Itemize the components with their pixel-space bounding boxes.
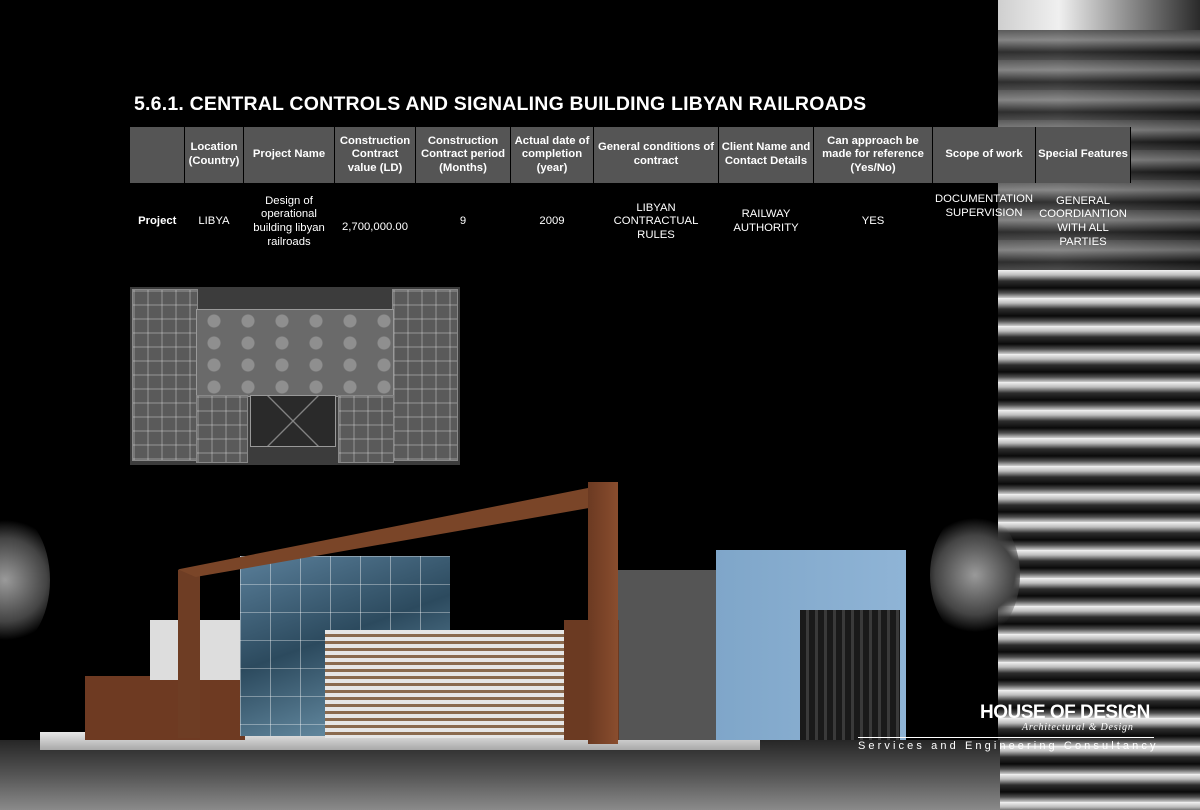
floor-plan-control-hall	[196, 309, 394, 397]
cell-scope: DOCUMENTATION SUPERVISION	[934, 193, 1034, 219]
render-left-column	[178, 570, 200, 738]
render-dark-volume	[618, 570, 718, 740]
table-header-scope: Scope of work	[932, 127, 1036, 183]
table-header-completion-date: Actual date of completion (year)	[510, 127, 594, 183]
floor-plan-lower-left	[196, 395, 248, 463]
floor-plan-core	[250, 395, 336, 447]
row-label: Project	[138, 215, 177, 228]
render-ground	[0, 740, 1000, 810]
table-header-row: Location (Country) Project Name Construc…	[130, 127, 1131, 183]
render-louver-wall	[325, 630, 570, 738]
cell-completion-year: 2009	[539, 215, 565, 228]
building-render-image	[0, 470, 1020, 810]
table-header-contract-period: Construction Contract period (Months)	[415, 127, 511, 183]
table-header-project-name: Project Name	[243, 127, 335, 183]
table-header-blank	[130, 127, 185, 183]
render-tree-right	[930, 510, 1020, 640]
floor-plan-left-wing	[132, 289, 198, 461]
cell-reference: YES	[861, 215, 885, 228]
table-header-general-conditions: General conditions of contract	[593, 127, 719, 183]
logo-divider	[858, 737, 1154, 738]
cell-location: LIBYA	[198, 215, 230, 228]
cell-contract-value: 2,700,000.00	[342, 221, 408, 234]
table-row: Project LIBYA Design of operational buil…	[130, 183, 1131, 261]
floor-plan-right-wing	[392, 289, 458, 461]
cell-general-conditions: LIBYAN CONTRACTUAL RULES	[613, 201, 699, 241]
floor-plan-lower-right	[338, 395, 394, 463]
company-logo: HOUSE OF DESIGN Architectural & Design S…	[858, 702, 1158, 762]
project-info-table: Location (Country) Project Name Construc…	[130, 127, 1131, 261]
table-header-client: Client Name and Contact Details	[718, 127, 814, 183]
cell-client: RAILWAY AUTHORITY	[733, 208, 799, 234]
render-right-column	[588, 482, 618, 744]
render-tree-left	[0, 510, 50, 650]
cell-special-features: GENERAL COORDIANTION WITH ALL PARTIES	[1039, 194, 1127, 248]
logo-name: HOUSE OF DESIGN	[980, 702, 1150, 723]
side-decorative-panel	[998, 0, 1200, 810]
logo-subtitle: Architectural & Design	[1022, 722, 1134, 733]
page-title: 5.6.1. CENTRAL CONTROLS AND SIGNALING BU…	[134, 93, 867, 115]
table-header-special-features: Special Features	[1035, 127, 1131, 183]
logo-tagline: Services and Engineering Consultancy	[858, 740, 1159, 752]
table-header-contract-value: Construction Contract value (LD)	[334, 127, 416, 183]
floor-plan-image	[130, 287, 460, 465]
cell-contract-period: 9	[459, 215, 467, 228]
table-header-location: Location (Country)	[184, 127, 244, 183]
render-low-wall	[85, 676, 245, 740]
cell-project-name: Design of operational building libyan ra…	[253, 194, 325, 248]
table-header-reference: Can approach be made for reference (Yes/…	[813, 127, 933, 183]
